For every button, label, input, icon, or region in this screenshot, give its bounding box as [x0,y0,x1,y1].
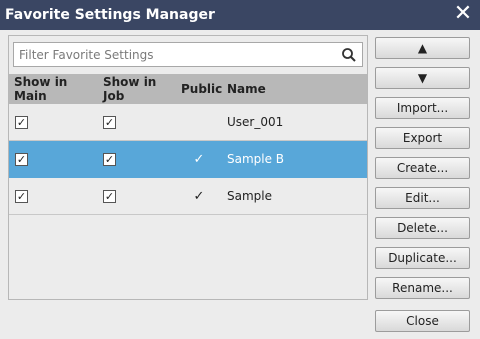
show-in-main-cell: ✓ [9,152,98,166]
table-row[interactable]: ✓ ✓ ✓ Sample B [9,141,367,178]
public-check-icon: ✓ [193,151,205,167]
show-in-main-checkbox[interactable]: ✓ [15,153,28,166]
name-cell: User_001 [227,115,284,129]
header-show-in-main[interactable]: Show in Main [9,75,98,103]
delete-button[interactable]: Delete... [375,217,470,239]
header-public[interactable]: Public [176,82,222,96]
table-header: Show in Main Show in Job Public Name [9,74,367,104]
import-button[interactable]: Import... [375,97,470,119]
show-in-job-cell: ✓ [98,115,176,129]
window-title: Favorite Settings Manager [5,7,215,23]
search-box[interactable] [13,42,363,67]
header-name[interactable]: Name [222,82,367,96]
create-button[interactable]: Create... [375,157,470,179]
duplicate-button[interactable]: Duplicate... [375,247,470,269]
public-cell: ✓ [176,152,222,167]
search-icon[interactable] [341,47,357,63]
title-bar: Favorite Settings Manager ✕ [0,0,480,30]
dialog-body: Show in Main Show in Job Public Name ✓ ✓ U… [0,30,480,339]
favorites-list-panel: Show in Main Show in Job Public Name ✓ ✓ U… [8,35,368,300]
show-in-job-cell: ✓ [98,152,176,166]
move-up-button[interactable]: ▲ [375,37,470,59]
table-body: ✓ ✓ User_001 ✓ ✓ ✓ Sample B ✓ ✓ ✓ Sample [9,104,367,215]
header-show-in-job[interactable]: Show in Job [98,75,176,103]
show-in-job-checkbox[interactable]: ✓ [103,153,116,166]
show-in-main-checkbox[interactable]: ✓ [15,190,28,203]
public-cell: ✓ [176,189,222,204]
show-in-main-checkbox[interactable]: ✓ [15,116,28,129]
show-in-job-checkbox[interactable]: ✓ [103,116,116,129]
show-in-main-cell: ✓ [9,189,98,203]
show-in-job-checkbox[interactable]: ✓ [103,190,116,203]
edit-button[interactable]: Edit... [375,187,470,209]
name-cell: Sample [227,189,272,203]
table-row[interactable]: ✓ ✓ User_001 [9,104,367,141]
name-cell: Sample B [227,152,285,166]
rename-button[interactable]: Rename... [375,277,470,299]
close-icon[interactable]: ✕ [452,3,474,25]
table-row[interactable]: ✓ ✓ ✓ Sample [9,178,367,215]
export-button[interactable]: Export [375,127,470,149]
close-button[interactable]: Close [375,310,470,332]
show-in-main-cell: ✓ [9,115,98,129]
favorites-table: Show in Main Show in Job Public Name ✓ ✓ U… [9,74,367,215]
move-down-button[interactable]: ▼ [375,67,470,89]
search-input[interactable] [19,43,339,66]
show-in-job-cell: ✓ [98,189,176,203]
public-check-icon: ✓ [193,188,205,204]
